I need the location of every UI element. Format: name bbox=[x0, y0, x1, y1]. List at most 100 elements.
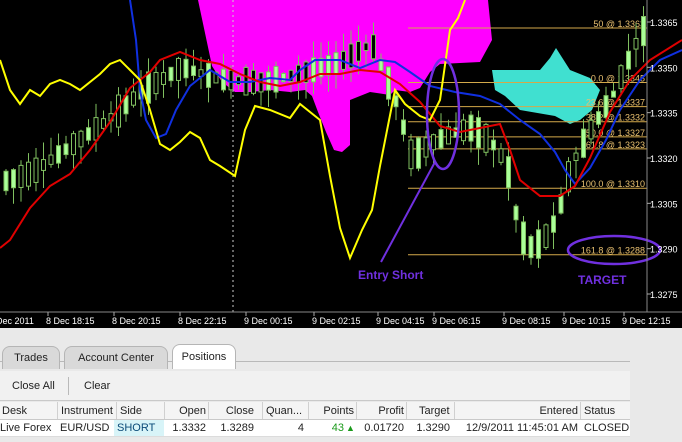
time-label: 8 Dec 22:15 bbox=[178, 316, 227, 326]
cell-side: SHORT bbox=[114, 420, 164, 436]
candle-body bbox=[603, 95, 609, 119]
col-header-target[interactable]: Target bbox=[406, 402, 454, 419]
entry-arrow-line bbox=[380, 161, 436, 263]
candle-body bbox=[528, 235, 534, 259]
candle-body bbox=[408, 139, 414, 170]
candle-body bbox=[56, 145, 61, 164]
candle-body bbox=[536, 229, 541, 259]
clear-button[interactable]: Clear bbox=[84, 380, 110, 392]
cell-desk: Live Forex bbox=[0, 422, 52, 434]
candle-body bbox=[206, 62, 211, 88]
candle-body bbox=[18, 164, 24, 188]
candle-body bbox=[401, 119, 406, 135]
candle-body bbox=[521, 221, 526, 255]
time-label: 8 Dec 18:15 bbox=[46, 316, 95, 326]
tab-account-center[interactable]: Account Center bbox=[64, 346, 168, 369]
col-header-profit[interactable]: Profit bbox=[356, 402, 406, 419]
cell-target: 1.3290 bbox=[416, 422, 450, 434]
col-header-instrument[interactable]: Instrument bbox=[57, 402, 117, 419]
candle-body bbox=[468, 114, 474, 142]
chart-canvas: 50 @ 1.33630.0 @ 1.334523.6 @ 1.333738.2… bbox=[0, 0, 682, 326]
price-label: 1.3305 bbox=[650, 199, 678, 209]
candle-body bbox=[183, 58, 189, 79]
col-header-quantity[interactable]: Quan... bbox=[262, 402, 308, 419]
candle-body bbox=[416, 137, 421, 169]
candle-body bbox=[176, 57, 181, 81]
time-label: 9 Dec 10:15 bbox=[562, 316, 611, 326]
candle-body bbox=[611, 90, 616, 98]
candle-body bbox=[581, 128, 586, 158]
candle-body bbox=[356, 40, 361, 62]
candle-body bbox=[393, 95, 399, 108]
positions-toolbar: Close All Clear bbox=[0, 371, 630, 401]
price-label: 1.3350 bbox=[650, 63, 678, 73]
time-axis: Dec 2011 8 Dec 18:15 8 Dec 20:15 8 Dec 22:1… bbox=[0, 312, 671, 326]
price-label: 1.3320 bbox=[650, 154, 678, 164]
time-label: 9 Dec 02:15 bbox=[312, 316, 361, 326]
candle-body bbox=[483, 123, 489, 153]
fib-label: 161.8 @ 1.3288 bbox=[581, 246, 645, 256]
candle-body bbox=[423, 137, 429, 158]
col-header-close[interactable]: Close bbox=[208, 402, 256, 419]
time-label: 9 Dec 12:15 bbox=[622, 316, 671, 326]
candle-body bbox=[386, 66, 391, 100]
candle-body bbox=[266, 71, 271, 91]
col-header-side[interactable]: Side bbox=[116, 402, 164, 419]
price-label: 1.3335 bbox=[650, 109, 678, 119]
candle-body bbox=[573, 152, 579, 162]
grid-header: Desk Instrument Side Open Close Quan... … bbox=[0, 402, 630, 420]
candle-body bbox=[48, 154, 54, 165]
candle-body bbox=[476, 117, 481, 149]
candle-body bbox=[558, 194, 564, 214]
candle-body bbox=[33, 157, 39, 183]
candle-body bbox=[191, 65, 196, 77]
price-chart[interactable]: 50 @ 1.3363 0.0 @ 1.3345 23.6 @ 1.3337 38.2… bbox=[0, 0, 682, 328]
col-header-status[interactable]: Status bbox=[580, 402, 630, 419]
cell-entered: 12/9/2011 11:45:01 AM bbox=[465, 422, 578, 434]
price-label: 1.3290 bbox=[650, 245, 678, 255]
fib-label: 100.0 @ 1.3310 bbox=[581, 179, 645, 189]
time-label: 9 Dec 00:15 bbox=[244, 316, 293, 326]
toolbar-separator bbox=[68, 377, 69, 395]
cell-points: 43 bbox=[331, 422, 344, 434]
price-label: 1.3275 bbox=[650, 290, 678, 300]
candle-body bbox=[11, 169, 16, 189]
tab-trades[interactable]: Trades bbox=[2, 346, 60, 369]
candle-body bbox=[491, 139, 496, 151]
fib-label: 50 @ 1.3363 bbox=[593, 19, 645, 29]
cell-profit: 0.01720 bbox=[364, 422, 404, 434]
cell-instrument: EUR/USD bbox=[60, 422, 110, 434]
time-label: 9 Dec 08:15 bbox=[502, 316, 551, 326]
up-arrow-icon: ▲ bbox=[346, 423, 355, 433]
candle-body bbox=[41, 159, 46, 171]
candle-body bbox=[131, 91, 136, 106]
price-label: 1.3365 bbox=[650, 18, 678, 28]
candle-body bbox=[596, 111, 601, 125]
col-header-points[interactable]: Points bbox=[308, 402, 356, 419]
col-header-desk[interactable]: Desk bbox=[2, 402, 56, 419]
cell-close: 1.3289 bbox=[220, 422, 254, 434]
time-label: 8 Dec 20:15 bbox=[112, 316, 161, 326]
cell-status: CLOSED bbox=[584, 422, 630, 434]
time-label: 9 Dec 04:15 bbox=[376, 316, 425, 326]
fib-label: 50.0 @ 1.3327 bbox=[586, 128, 645, 138]
candle-body bbox=[363, 42, 369, 52]
candle-body bbox=[228, 69, 234, 91]
table-row[interactable]: Live Forex EUR/USD SHORT 1.3332 1.3289 4… bbox=[0, 420, 630, 437]
tab-positions[interactable]: Positions bbox=[172, 344, 236, 369]
candle-body bbox=[326, 55, 331, 76]
candle-body bbox=[86, 127, 91, 141]
candle-body bbox=[431, 134, 436, 151]
candle-body bbox=[498, 148, 504, 163]
candle-body bbox=[93, 117, 99, 141]
fib-label: 0.0 @ 1.3345 bbox=[591, 73, 645, 83]
candle-body bbox=[543, 224, 549, 248]
col-header-open[interactable]: Open bbox=[164, 402, 208, 419]
close-all-button[interactable]: Close All bbox=[12, 380, 55, 392]
tab-bar: Trades Account Center Positions bbox=[0, 340, 630, 369]
entry-short-label: Entry Short bbox=[358, 268, 423, 282]
candle-body bbox=[641, 16, 646, 47]
col-header-entered[interactable]: Entered bbox=[454, 402, 580, 419]
candle-body bbox=[626, 50, 631, 70]
candle-body bbox=[618, 65, 624, 90]
